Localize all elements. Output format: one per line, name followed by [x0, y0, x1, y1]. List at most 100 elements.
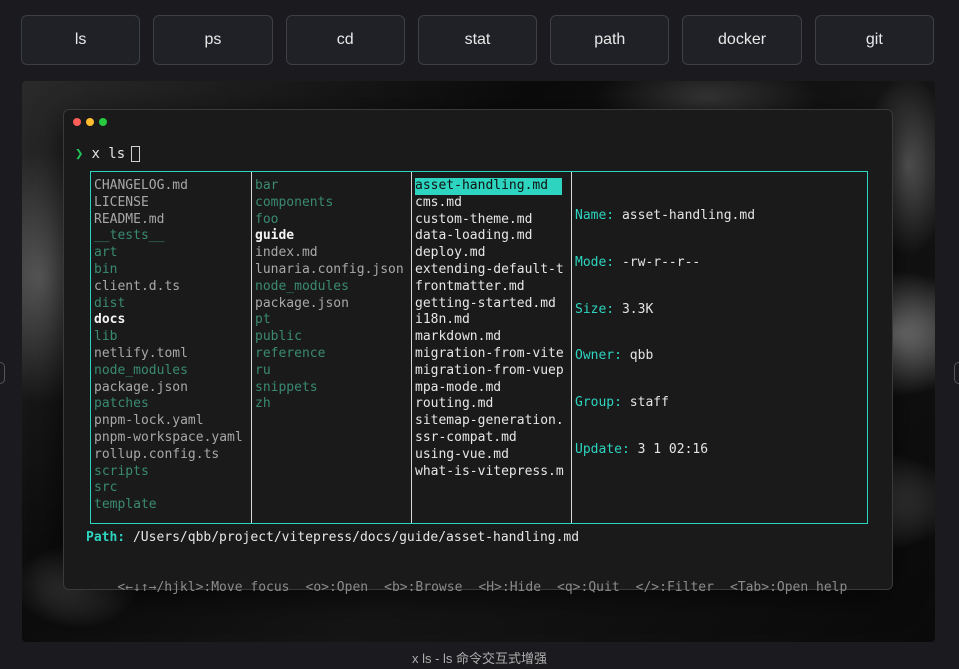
file-name: netlify.toml: [94, 345, 188, 361]
tab-ps[interactable]: ps: [153, 15, 273, 65]
close-window-button[interactable]: [73, 118, 81, 126]
file-name: i18n.md: [415, 312, 470, 328]
file-entry[interactable]: snippets: [255, 380, 411, 397]
file-entry[interactable]: getting-started.md: [415, 296, 571, 313]
file-entry[interactable]: ssr-compat.md: [415, 430, 571, 447]
file-browser-panes: CHANGELOG.md LICENSE README.md __tests__ art…: [90, 171, 868, 524]
file-entry[interactable]: netlify.toml: [94, 346, 251, 363]
file-entry[interactable]: patches: [94, 396, 251, 413]
file-entry[interactable]: guide: [255, 228, 411, 245]
file-entry[interactable]: lunaria.config.json: [255, 262, 411, 279]
file-entry[interactable]: markdown.md: [415, 329, 571, 346]
file-entry[interactable]: migration-from-vite: [415, 346, 571, 363]
file-entry[interactable]: dist: [94, 296, 251, 313]
file-entry[interactable]: foo: [255, 212, 411, 229]
file-entry[interactable]: art: [94, 245, 251, 262]
file-entry[interactable]: reference: [255, 346, 411, 363]
file-name: mpa-mode.md: [415, 379, 502, 395]
help-open-help: <Tab>:Open help: [729, 580, 848, 595]
file-name: pnpm-workspace.yaml: [94, 429, 243, 445]
directory-name: public: [255, 329, 302, 345]
file-name: pnpm-lock.yaml: [94, 413, 204, 429]
file-entry[interactable]: public: [255, 329, 411, 346]
file-entry[interactable]: pt: [255, 312, 411, 329]
current-directory-pane[interactable]: bar components foo guide index.md lunaria.con…: [251, 172, 411, 523]
file-name: getting-started.md: [415, 295, 556, 311]
file-entry[interactable]: template: [94, 497, 251, 514]
tab-stat[interactable]: stat: [417, 15, 538, 65]
file-entry[interactable]: custom-theme.md: [415, 212, 571, 229]
file-entry[interactable]: index.md: [255, 245, 411, 262]
tab-path[interactable]: path: [550, 15, 670, 65]
file-entry[interactable]: frontmatter.md: [415, 279, 571, 296]
detail-update: Update: 3 1 02:16: [575, 441, 709, 457]
file-entry[interactable]: routing.md: [415, 396, 571, 413]
file-entry[interactable]: node_modules: [255, 279, 411, 296]
prev-handle[interactable]: [0, 362, 5, 384]
file-entry[interactable]: components: [255, 195, 411, 212]
parent-directory-pane[interactable]: CHANGELOG.md LICENSE README.md __tests__ art…: [91, 172, 251, 523]
maximize-window-button[interactable]: [99, 118, 107, 126]
file-entry[interactable]: using-vue.md: [415, 447, 571, 464]
file-entry[interactable]: mpa-mode.md: [415, 380, 571, 397]
file-entry[interactable]: zh: [255, 396, 411, 413]
tab-git[interactable]: git: [814, 15, 934, 65]
file-entry[interactable]: what-is-vitepress.m: [415, 464, 571, 481]
directory-name: zh: [255, 396, 271, 412]
file-entry[interactable]: package.json: [94, 380, 251, 397]
file-entry[interactable]: asset-handling.md: [415, 178, 571, 195]
file-entry[interactable]: docs: [94, 312, 251, 329]
directory-name: patches: [94, 396, 149, 412]
file-entry[interactable]: i18n.md: [415, 312, 571, 329]
file-entry[interactable]: deploy.md: [415, 245, 571, 262]
file-name: LICENSE: [94, 194, 149, 210]
file-entry[interactable]: sitemap-generation.: [415, 413, 571, 430]
file-name: index.md: [255, 245, 318, 261]
file-name: routing.md: [415, 396, 494, 412]
file-entry[interactable]: migration-from-vuep: [415, 363, 571, 380]
detail-owner: Owner: qbb: [575, 348, 654, 364]
file-entry[interactable]: LICENSE: [94, 195, 251, 212]
file-entry[interactable]: pnpm-lock.yaml: [94, 413, 251, 430]
file-details-pane: Name: asset-handling.md Mode: -rw-r--r--…: [571, 172, 867, 523]
file-entry[interactable]: lib: [94, 329, 251, 346]
file-entry[interactable]: scripts: [94, 464, 251, 481]
file-entry[interactable]: pnpm-workspace.yaml: [94, 430, 251, 447]
directory-name: components: [255, 194, 334, 210]
tab-ls[interactable]: ls: [21, 15, 141, 65]
file-entry[interactable]: rollup.config.ts: [94, 447, 251, 464]
file-entry[interactable]: cms.md: [415, 195, 571, 212]
minimize-window-button[interactable]: [86, 118, 94, 126]
tab-docker[interactable]: docker: [682, 15, 802, 65]
file-entry[interactable]: bin: [94, 262, 251, 279]
file-entry[interactable]: data-loading.md: [415, 228, 571, 245]
directory-name: guide: [255, 228, 295, 244]
file-entry[interactable]: __tests__: [94, 228, 251, 245]
file-entry[interactable]: README.md: [94, 212, 251, 229]
file-entry[interactable]: ru: [255, 363, 411, 380]
file-name: markdown.md: [415, 329, 502, 345]
file-entry[interactable]: node_modules: [94, 363, 251, 380]
file-name: package.json: [255, 295, 349, 311]
directory-name: src: [94, 480, 118, 496]
directory-name: __tests__: [94, 228, 165, 244]
file-entry[interactable]: client.d.ts: [94, 279, 251, 296]
file-name: custom-theme.md: [415, 211, 533, 227]
file-name: README.md: [94, 211, 165, 227]
tab-cd[interactable]: cd: [285, 15, 405, 65]
demo-caption: x ls - ls 命令交互式增强: [411, 651, 548, 666]
help-open: <o>:Open: [305, 580, 369, 595]
file-entry[interactable]: src: [94, 480, 251, 497]
prompt-arrow-icon: ❯: [75, 146, 84, 162]
child-directory-pane[interactable]: asset-handling.md cms.md custom-theme.md da…: [411, 172, 571, 523]
file-entry[interactable]: extending-default-t: [415, 262, 571, 279]
file-entry[interactable]: package.json: [255, 296, 411, 313]
directory-name: ru: [255, 362, 271, 378]
directory-name: bar: [255, 178, 279, 193]
path-line: Path: /Users/qbb/project/vitepress/docs/…: [86, 530, 579, 545]
next-handle[interactable]: [954, 362, 959, 384]
file-entry[interactable]: CHANGELOG.md: [94, 178, 251, 195]
file-name: migration-from-vite: [415, 345, 564, 361]
keybinding-help: <←↓↑→/hjkl>:Move focus <o>:Open <b>:Browse…: [86, 565, 863, 610]
file-entry[interactable]: bar: [255, 178, 411, 195]
